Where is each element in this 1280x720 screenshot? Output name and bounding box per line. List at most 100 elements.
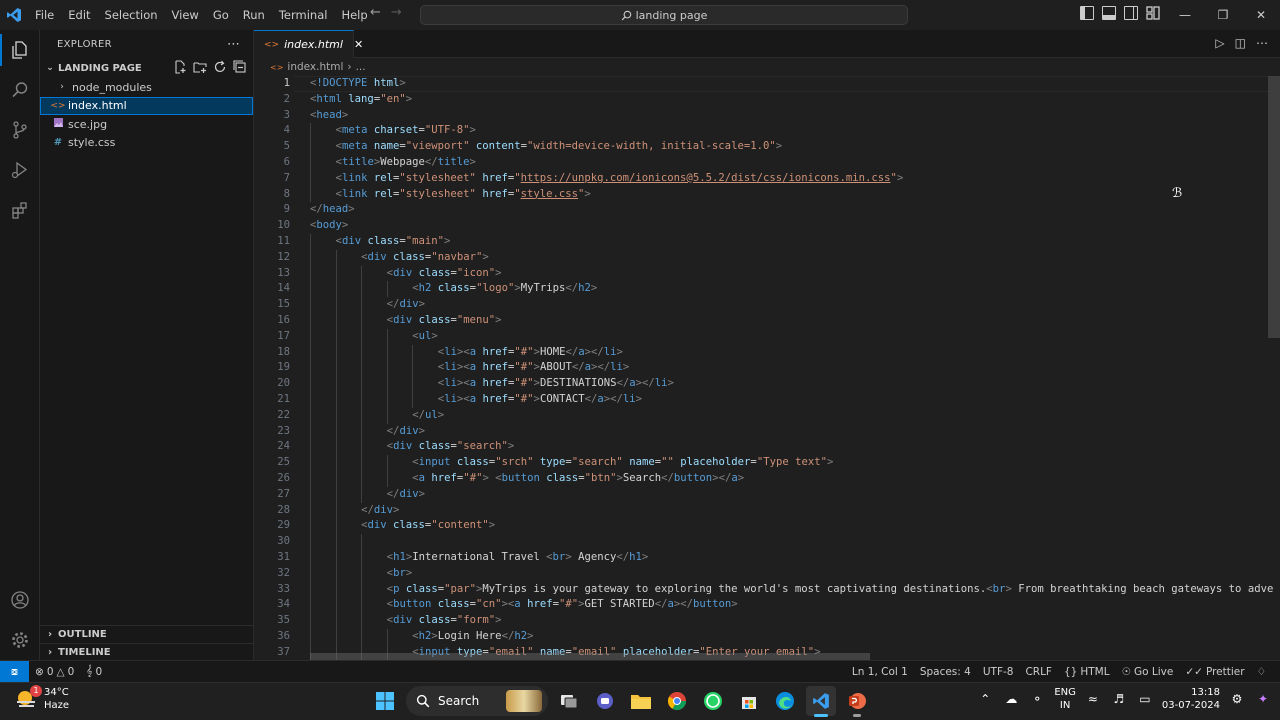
chrome-icon[interactable] bbox=[662, 686, 692, 716]
code-line[interactable]: 26 <a href="#"> <button class="btn">Searc… bbox=[254, 471, 1268, 487]
tree-item-node-modules[interactable]: › node_modules bbox=[40, 78, 253, 97]
forward-arrow-icon[interactable]: → bbox=[391, 5, 402, 20]
code-line[interactable]: 36 <h2>Login Here</h2> bbox=[254, 629, 1268, 645]
code-line[interactable]: 27 </div> bbox=[254, 486, 1268, 503]
code-line[interactable]: 6 <title>Webpage</title> bbox=[254, 155, 1268, 171]
notifications-bell-icon[interactable]: ♢ bbox=[1251, 666, 1272, 678]
tree-item-index-html[interactable]: <> index.html bbox=[40, 96, 253, 115]
windows-start-icon[interactable] bbox=[370, 686, 400, 716]
close-icon[interactable]: ✕ bbox=[354, 38, 363, 51]
collapse-all-icon[interactable] bbox=[233, 60, 247, 74]
code-line[interactable]: 29 <div class="content"> bbox=[254, 518, 1268, 535]
vertical-scrollbar[interactable] bbox=[1268, 76, 1280, 660]
restore-button[interactable]: ❐ bbox=[1204, 0, 1242, 30]
new-file-icon[interactable] bbox=[173, 60, 187, 74]
code-line[interactable]: 2 <html lang="en"> bbox=[254, 92, 1268, 108]
customize-layout-icon[interactable] bbox=[1146, 6, 1160, 20]
code-line[interactable]: 35 <div class="form"> bbox=[254, 613, 1268, 629]
vscode-taskbar-icon[interactable] bbox=[806, 686, 836, 717]
settings-gear-icon[interactable] bbox=[0, 620, 40, 660]
account-icon[interactable] bbox=[0, 580, 40, 620]
menu-go[interactable]: Go bbox=[206, 4, 236, 26]
code-line[interactable]: 20 <li><a href="#">DESTINATIONS</a></li> bbox=[254, 376, 1268, 392]
code-line[interactable]: 18 <li><a href="#">HOME</a></li> bbox=[254, 344, 1268, 361]
extensions-icon[interactable] bbox=[0, 190, 40, 230]
edge-icon[interactable] bbox=[770, 686, 800, 716]
code-line[interactable]: 10 <body> bbox=[254, 218, 1268, 234]
code-line[interactable]: 1 <!DOCTYPE html> bbox=[254, 76, 1268, 92]
language-indicator[interactable]: ENG IN bbox=[1054, 686, 1076, 712]
code-line[interactable]: 4 <meta charset="UTF-8"> bbox=[254, 123, 1268, 140]
code-line[interactable]: 16 <div class="menu"> bbox=[254, 313, 1268, 329]
tree-item-sce-jpg[interactable]: sce.jpg bbox=[40, 115, 253, 134]
code-line[interactable]: 25 <input class="srch" type="search" name… bbox=[254, 455, 1268, 471]
menu-selection[interactable]: Selection bbox=[98, 4, 165, 26]
code-line[interactable]: 5 <meta name="viewport" content="width=de… bbox=[254, 139, 1268, 155]
new-folder-icon[interactable] bbox=[193, 60, 207, 74]
timeline-section-header[interactable]: › TIMELINE bbox=[40, 643, 254, 661]
powerpoint-icon[interactable] bbox=[842, 686, 872, 717]
go-live-button[interactable]: ☉ Go Live bbox=[1116, 666, 1180, 678]
menu-run[interactable]: Run bbox=[236, 4, 272, 26]
outline-section-header[interactable]: › OUTLINE bbox=[40, 625, 254, 643]
menu-view[interactable]: View bbox=[165, 4, 206, 26]
horizontal-scrollbar[interactable] bbox=[310, 653, 870, 660]
command-center[interactable]: landing page bbox=[420, 5, 908, 25]
folder-header[interactable]: ⌄ LANDING PAGE bbox=[40, 58, 253, 78]
toggle-panel-icon[interactable] bbox=[1102, 6, 1116, 20]
whatsapp-icon[interactable] bbox=[698, 686, 728, 716]
encoding[interactable]: UTF-8 bbox=[977, 666, 1020, 678]
code-line[interactable]: 13 <div class="icon"> bbox=[254, 265, 1268, 282]
microphone-icon[interactable]: ⚬ bbox=[1028, 692, 1046, 706]
battery-icon[interactable]: ▭ bbox=[1136, 692, 1154, 706]
end-of-line[interactable]: CRLF bbox=[1019, 666, 1058, 678]
code-line[interactable]: 21 <li><a href="#">CONTACT</a></li> bbox=[254, 392, 1268, 408]
clock[interactable]: 13:18 03-07-2024 bbox=[1162, 686, 1220, 712]
code-line[interactable]: 11 <div class="main"> bbox=[254, 234, 1268, 250]
search-icon[interactable] bbox=[0, 70, 40, 110]
code-line[interactable]: 32 <br> bbox=[254, 565, 1268, 582]
language-mode[interactable]: {} HTML bbox=[1058, 666, 1116, 678]
copilot-icon[interactable]: ✦ bbox=[1254, 692, 1272, 706]
close-button[interactable]: ✕ bbox=[1242, 0, 1280, 30]
code-line[interactable]: 12 <div class="navbar"> bbox=[254, 249, 1268, 266]
volume-icon[interactable]: ♬ bbox=[1110, 692, 1128, 706]
split-editor-icon[interactable]: ◫ bbox=[1235, 36, 1246, 50]
code-line[interactable]: 31 <h1>International Travel <br> Agency</… bbox=[254, 550, 1268, 566]
menu-terminal[interactable]: Terminal bbox=[272, 4, 335, 26]
menu-help[interactable]: Help bbox=[334, 4, 374, 26]
more-actions-icon[interactable]: ⋯ bbox=[227, 37, 241, 52]
refresh-icon[interactable] bbox=[213, 60, 227, 74]
more-actions-icon[interactable]: ⋯ bbox=[1256, 36, 1268, 50]
ports-indicator[interactable]: 𝄞 0 bbox=[80, 665, 108, 678]
teams-chat-icon[interactable] bbox=[590, 686, 620, 716]
file-explorer-icon[interactable] bbox=[626, 686, 656, 716]
toggle-secondary-sidebar-icon[interactable] bbox=[1124, 6, 1138, 20]
code-line[interactable]: 34 <button class="cn"><a href="#">GET STA… bbox=[254, 597, 1268, 614]
notification-center-icon[interactable]: ⚙ bbox=[1228, 692, 1246, 706]
task-view-icon[interactable] bbox=[554, 686, 584, 716]
code-line[interactable]: 9 </head> bbox=[254, 202, 1268, 218]
minimize-button[interactable]: — bbox=[1166, 0, 1204, 30]
code-line[interactable]: 33 <p class="par">MyTrips is your gateway… bbox=[254, 581, 1273, 598]
wifi-icon[interactable]: ≈ bbox=[1084, 692, 1102, 706]
menu-edit[interactable]: Edit bbox=[61, 4, 97, 26]
indentation[interactable]: Spaces: 4 bbox=[914, 666, 977, 678]
code-line[interactable]: 23 </div> bbox=[254, 423, 1268, 440]
scrollbar-thumb[interactable] bbox=[1268, 76, 1280, 338]
microsoft-store-icon[interactable] bbox=[734, 686, 764, 716]
code-editor[interactable]: 1 <!DOCTYPE html> 2 <html lang="en"> 3 <head>… bbox=[254, 76, 1280, 660]
code-line[interactable]: 30 bbox=[254, 534, 1268, 550]
tree-item-style-css[interactable]: # style.css bbox=[40, 134, 253, 153]
code-line[interactable]: 3 <head> bbox=[254, 108, 1268, 124]
code-line[interactable]: 24 <div class="search"> bbox=[254, 439, 1268, 456]
menu-file[interactable]: File bbox=[28, 4, 61, 26]
explorer-icon[interactable] bbox=[0, 30, 40, 70]
problems-indicator[interactable]: ⊗ 0 △ 0 bbox=[29, 666, 80, 678]
run-debug-icon[interactable] bbox=[0, 150, 40, 190]
code-line[interactable]: 15 </div> bbox=[254, 297, 1268, 313]
toggle-primary-sidebar-icon[interactable] bbox=[1080, 6, 1094, 20]
tab-index-html[interactable]: <> index.html ✕ bbox=[254, 30, 363, 58]
run-play-icon[interactable]: ▷ bbox=[1215, 36, 1224, 50]
cloud-icon[interactable]: ☁ bbox=[1002, 692, 1020, 706]
